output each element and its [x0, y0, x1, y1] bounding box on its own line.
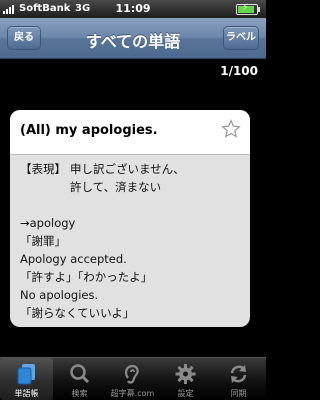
tab-sync[interactable]: 同期 [212, 358, 265, 400]
tab-label: 同期 [230, 389, 247, 398]
ear-icon [125, 364, 139, 384]
definition-tag: 【表現】 [20, 162, 66, 176]
gear-icon [175, 364, 196, 384]
flashcard[interactable]: (All) my apologies. 【表現】 申し訳ございません、 許して、… [10, 110, 250, 327]
tab-search[interactable]: 検索 [53, 358, 106, 400]
card-title: (All) my apologies. [20, 123, 158, 138]
label-button[interactable]: ラベル [223, 26, 259, 50]
tab-settings[interactable]: 設定 [159, 358, 212, 400]
note-line: No apologies. [20, 288, 99, 302]
usage-notes: →apology 「謝罪」 Apology accepted. 「許すよ」「わか… [20, 214, 242, 322]
cards-icon [17, 364, 35, 385]
card-body: 【表現】 申し訳ございません、 許して、済まない →apology 「謝罪」 A… [20, 160, 242, 322]
tab-wordbook[interactable]: 単語帳 [0, 358, 53, 400]
definition-line: 許して、済まない [70, 180, 162, 194]
battery-icon: ⚡ [236, 3, 260, 15]
navigation-bar: 戻る すべての単語 ラベル [0, 18, 266, 59]
status-time: 11:09 [115, 2, 151, 15]
search-icon [70, 364, 90, 384]
tab-chojimaku[interactable]: 超字幕.com [106, 358, 159, 400]
status-bar: SoftBank 3G 11:09 ⚡ [0, 0, 266, 18]
note-line: 「謝罪」 [20, 234, 66, 248]
tab-bar: 単語帳 検索 超字幕.com 設定 同期 [0, 357, 266, 400]
tab-label: 検索 [71, 389, 88, 398]
definition-line: 申し訳ございません、 [70, 162, 185, 176]
definition: 【表現】 申し訳ございません、 許して、済まない [20, 160, 242, 196]
star-icon[interactable] [221, 119, 241, 139]
card-header: (All) my apologies. [10, 110, 250, 155]
note-line: Apology accepted. [20, 252, 127, 266]
card-counter: 1/100 [220, 64, 258, 78]
note-line: →apology [20, 216, 76, 230]
note-line: 「謝らなくていいよ」 [20, 306, 135, 320]
tab-label: 単語帳 [14, 389, 39, 398]
tab-label: 超字幕.com [110, 389, 155, 398]
sync-icon [230, 365, 247, 383]
tab-label: 設定 [177, 389, 194, 398]
note-line: 「許すよ」「わかったよ」 [20, 270, 153, 284]
